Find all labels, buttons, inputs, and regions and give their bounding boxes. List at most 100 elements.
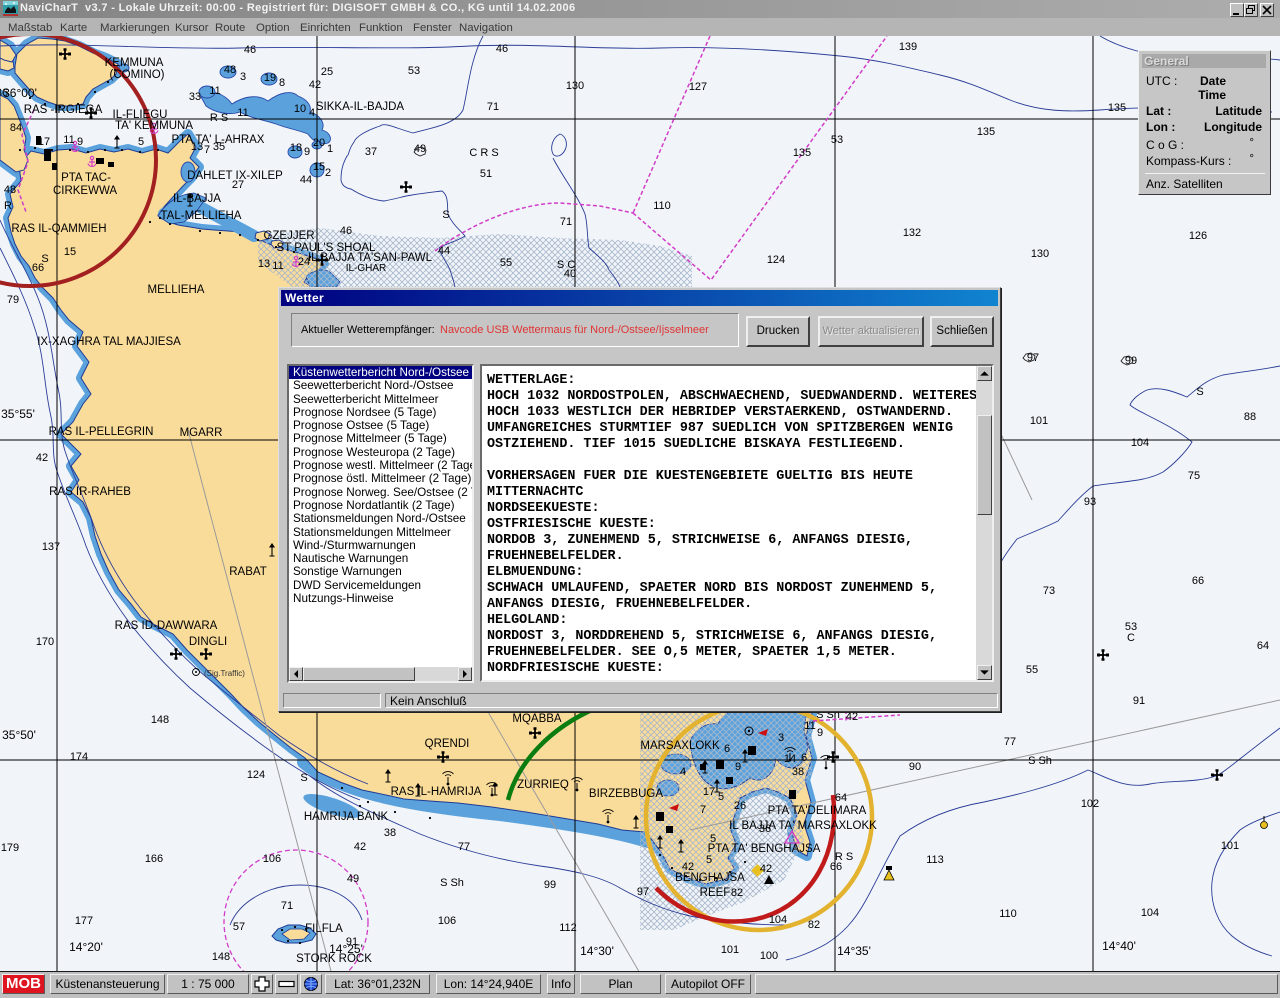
svg-text:15: 15 [313, 161, 325, 173]
svg-text:14°35': 14°35' [837, 944, 871, 958]
svg-text:17: 17 [38, 136, 50, 148]
svg-text:PTA TA'DELIMARA: PTA TA'DELIMARA [768, 805, 867, 817]
svg-text:MGARR: MGARR [180, 427, 223, 439]
svg-text:PTA TAC-: PTA TAC- [61, 172, 111, 184]
svg-text:75: 75 [1188, 470, 1200, 482]
svg-text:110: 110 [999, 908, 1017, 920]
svg-text:10: 10 [294, 103, 306, 115]
svg-text:33: 33 [189, 91, 201, 103]
svg-text:CIRKEWWA: CIRKEWWA [53, 185, 117, 197]
svg-text:35°55': 35°55' [1, 407, 35, 421]
svg-text:11: 11 [63, 134, 74, 146]
svg-text:RAS IR-RAHEB: RAS IR-RAHEB [49, 486, 131, 498]
svg-text:HAMRIJA BANK: HAMRIJA BANK [304, 811, 389, 823]
svg-text:MQABBA: MQABBA [512, 713, 562, 725]
svg-text:99: 99 [544, 879, 556, 891]
svg-text:2: 2 [325, 167, 331, 179]
svg-text:RABAT: RABAT [229, 566, 267, 578]
svg-text:124: 124 [247, 769, 265, 781]
svg-text:GZEJJER: GZEJJER [263, 230, 314, 242]
svg-text:127: 127 [689, 81, 707, 93]
svg-text:104: 104 [1131, 437, 1149, 449]
svg-text:77: 77 [1004, 736, 1016, 748]
svg-text:42: 42 [354, 841, 366, 853]
svg-text:FILFLA: FILFLA [305, 923, 343, 935]
svg-text:ZURRIEQ: ZURRIEQ [517, 779, 569, 791]
svg-text:TA' KEMMUNA: TA' KEMMUNA [115, 120, 193, 132]
svg-text:71: 71 [487, 101, 499, 113]
svg-text:REEF: REEF [700, 887, 731, 899]
svg-text:49: 49 [347, 873, 359, 885]
svg-text:PTA TA' L-AHRAX: PTA TA' L-AHRAX [172, 134, 265, 146]
svg-text:14°30': 14°30' [580, 944, 614, 958]
svg-text:132: 132 [903, 227, 921, 239]
svg-text:11: 11 [237, 107, 248, 119]
svg-text:49: 49 [414, 143, 426, 155]
svg-text:77: 77 [458, 841, 470, 853]
svg-text:84: 84 [10, 122, 22, 134]
svg-text:101: 101 [1221, 840, 1239, 852]
svg-text:17: 17 [703, 786, 715, 798]
svg-text:7: 7 [700, 804, 706, 816]
svg-text:48: 48 [224, 64, 236, 76]
svg-text:C R S: C R S [469, 147, 498, 159]
svg-text:R S: R S [835, 851, 853, 863]
svg-text:55: 55 [500, 257, 512, 269]
svg-text:135: 135 [977, 126, 995, 138]
svg-text:25: 25 [321, 66, 333, 78]
svg-text:IL-GHAR: IL-GHAR [346, 263, 387, 274]
svg-text:IL-BAJJA: IL-BAJJA [173, 193, 221, 205]
svg-text:97: 97 [1027, 352, 1039, 364]
svg-text:18: 18 [290, 142, 302, 154]
svg-text:148: 148 [212, 951, 230, 963]
svg-text:15: 15 [64, 246, 76, 258]
svg-text:177: 177 [75, 915, 93, 927]
svg-text:S: S [1196, 386, 1203, 398]
svg-text:QRENDI: QRENDI [425, 738, 470, 750]
svg-text:(COMINO): (COMINO) [110, 69, 165, 81]
svg-text:26: 26 [734, 800, 746, 812]
svg-text:46: 46 [244, 44, 256, 56]
svg-text:82: 82 [808, 919, 820, 931]
svg-text:RAS IL-QAMMIEH: RAS IL-QAMMIEH [11, 223, 106, 235]
svg-text:137: 137 [42, 541, 60, 553]
svg-text:35°50': 35°50' [2, 728, 36, 742]
svg-text:3: 3 [778, 732, 784, 744]
svg-text:112: 112 [559, 922, 577, 934]
svg-text:S: S [41, 253, 48, 265]
svg-text:113: 113 [926, 854, 944, 866]
svg-text:42: 42 [36, 452, 48, 464]
svg-text:RAS -IRGIEGA: RAS -IRGIEGA [24, 104, 103, 116]
svg-text:38: 38 [792, 766, 804, 778]
svg-text:91: 91 [1133, 695, 1145, 707]
svg-text:99: 99 [1125, 355, 1137, 367]
svg-text:TAL-MELLIEHA: TAL-MELLIEHA [161, 210, 242, 222]
svg-text:1: 1 [327, 143, 333, 155]
svg-text:9: 9 [77, 136, 83, 148]
svg-text:42: 42 [760, 863, 772, 875]
svg-text:42: 42 [846, 711, 858, 723]
svg-text:11: 11 [272, 260, 283, 272]
svg-text:4: 4 [680, 766, 686, 778]
svg-text:PTA TA' BENGHAJSA: PTA TA' BENGHAJSA [708, 843, 821, 855]
svg-text:4: 4 [309, 107, 315, 119]
svg-text:106: 106 [263, 853, 281, 865]
svg-text:110: 110 [653, 200, 671, 212]
svg-text:IL BAJJA TA' MARSAXLOKK: IL BAJJA TA' MARSAXLOKK [729, 820, 877, 832]
svg-text:97: 97 [637, 886, 649, 898]
svg-text:44: 44 [300, 174, 312, 186]
svg-text:14: 14 [784, 753, 796, 765]
svg-text:9: 9 [735, 761, 741, 773]
svg-text:101: 101 [721, 944, 739, 956]
svg-text:66: 66 [1192, 575, 1204, 587]
svg-text:88: 88 [1244, 411, 1256, 423]
svg-text:148: 148 [151, 714, 169, 726]
svg-text:102: 102 [1081, 798, 1099, 810]
svg-text:53: 53 [408, 65, 420, 77]
svg-text:R: R [4, 200, 12, 212]
svg-text:135: 135 [1108, 102, 1126, 114]
svg-text:BIRZEBBUGA: BIRZEBBUGA [589, 788, 663, 800]
svg-text:71: 71 [281, 900, 293, 912]
svg-text:5: 5 [718, 791, 724, 803]
svg-text:130: 130 [566, 80, 584, 92]
